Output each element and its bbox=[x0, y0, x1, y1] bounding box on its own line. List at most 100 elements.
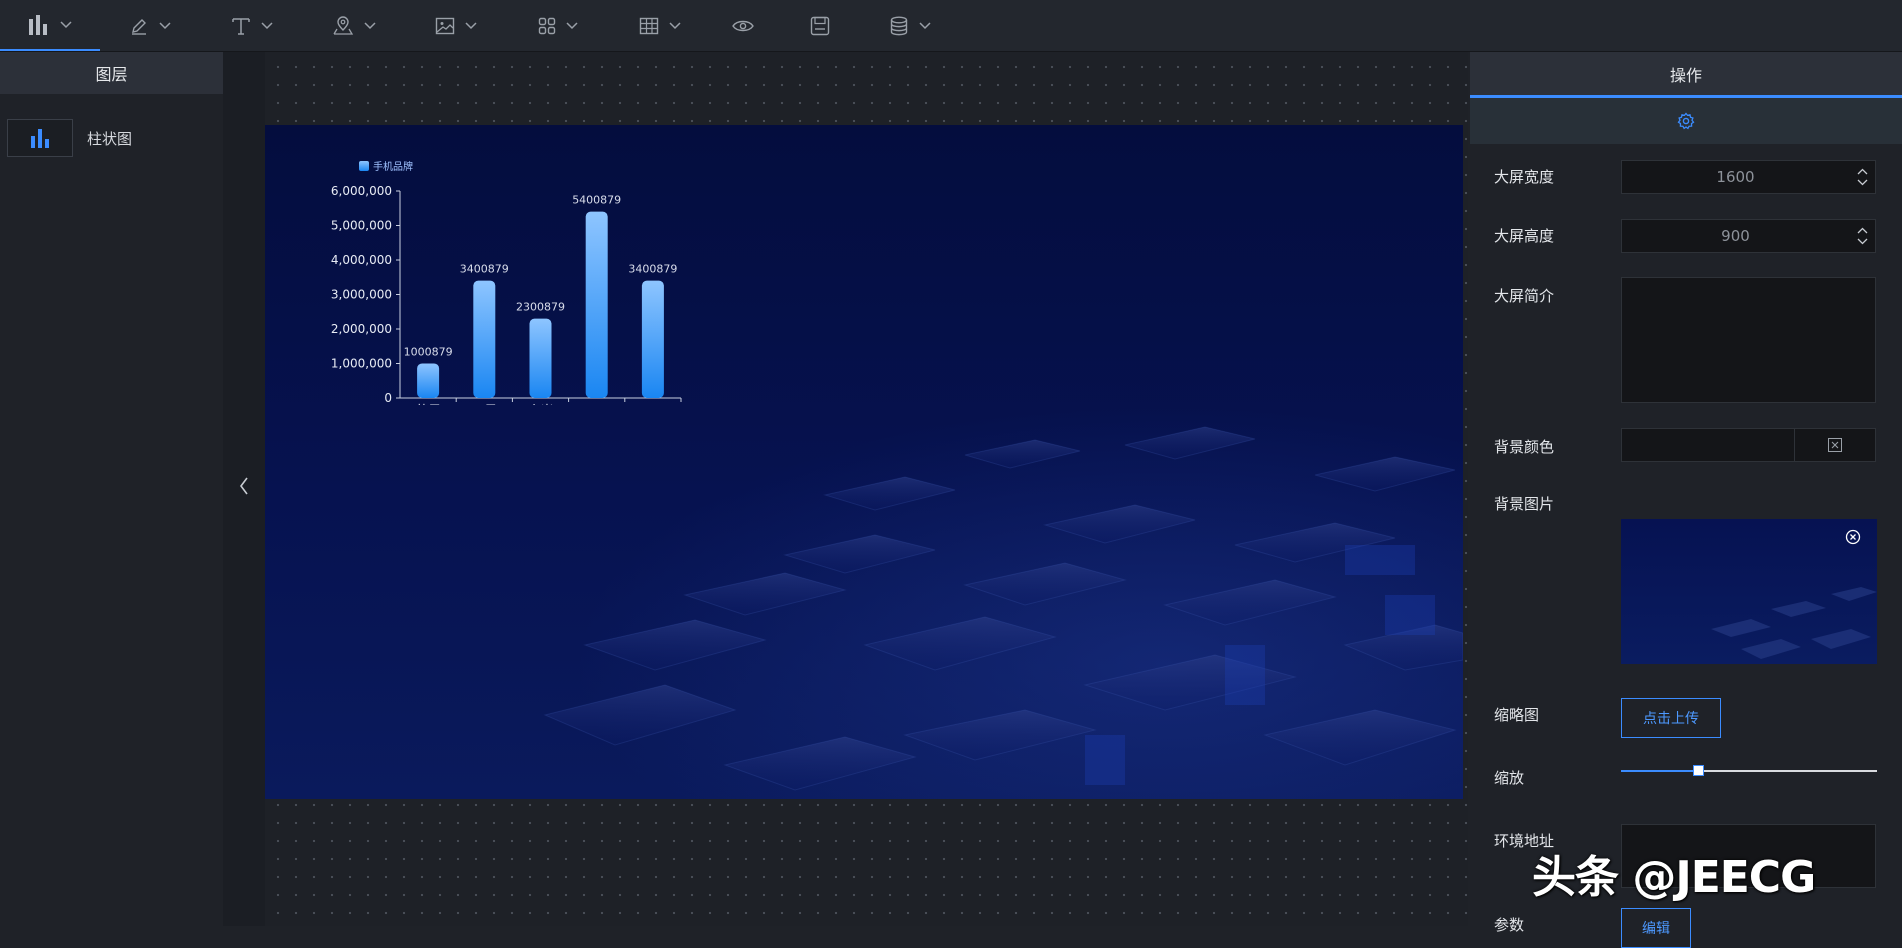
chevron-down-icon bbox=[364, 21, 376, 29]
bar-chart-tool[interactable] bbox=[0, 0, 100, 51]
bar-小米[interactable] bbox=[529, 318, 552, 398]
zoom-slider[interactable] bbox=[1621, 764, 1877, 778]
x-category-label: 三星 bbox=[471, 404, 497, 405]
chevron-down-icon[interactable] bbox=[1857, 238, 1868, 245]
color-swatch[interactable] bbox=[1622, 429, 1794, 461]
layer-thumbnail bbox=[7, 119, 73, 157]
table-tool[interactable] bbox=[630, 0, 690, 51]
chevron-down-icon bbox=[669, 21, 681, 29]
x-category-label: oppo bbox=[580, 404, 612, 405]
chevron-down-icon bbox=[566, 21, 578, 29]
bar-vivo[interactable] bbox=[641, 280, 664, 398]
bar-苹果[interactable] bbox=[417, 363, 440, 398]
edit-params-button[interactable]: 编辑 bbox=[1621, 908, 1691, 948]
table-icon bbox=[639, 17, 659, 34]
chevron-down-icon bbox=[465, 21, 477, 29]
map-pin-icon bbox=[333, 15, 354, 35]
width-label: 大屏宽度 bbox=[1494, 168, 1555, 186]
save-icon bbox=[810, 16, 830, 35]
layer-item-label: 柱状图 bbox=[87, 129, 133, 148]
bg-image-thumbnail bbox=[1711, 587, 1877, 659]
y-tick-label: 4,000,000 bbox=[331, 253, 392, 267]
bar-chart[interactable]: 手机品牌 0 1,000,000 2,000,000 3,000,000 4,000,0… bbox=[265, 125, 825, 405]
bg-color-picker[interactable] bbox=[1621, 428, 1876, 462]
width-stepper[interactable] bbox=[1849, 161, 1875, 193]
height-stepper[interactable] bbox=[1849, 220, 1875, 252]
chevron-down-icon bbox=[159, 21, 171, 29]
layer-panel: 图层 柱状图 bbox=[0, 52, 223, 926]
y-tick-label: 3,000,000 bbox=[331, 288, 392, 302]
zoom-slider-handle[interactable] bbox=[1692, 765, 1704, 776]
y-tick-label: 5,000,000 bbox=[331, 219, 392, 233]
grid-widget-icon bbox=[538, 17, 556, 34]
bar-series[interactable]: 1000879 3400879 2300879 5400879 3400879 bbox=[404, 194, 678, 398]
image-icon bbox=[435, 17, 455, 34]
y-tick-label: 2,000,000 bbox=[331, 322, 392, 336]
bar-三星[interactable] bbox=[473, 280, 496, 398]
y-tick-label: 6,000,000 bbox=[331, 184, 392, 198]
chart-legend[interactable]: 手机品牌 bbox=[359, 160, 413, 173]
thumbnail-label: 缩略图 bbox=[1494, 706, 1540, 724]
close-icon bbox=[1828, 438, 1842, 452]
bar-value-label: 1000879 bbox=[404, 345, 453, 358]
chevron-down-icon[interactable] bbox=[1857, 179, 1868, 186]
remove-bg-image-button[interactable] bbox=[1845, 529, 1861, 549]
preview-tool[interactable] bbox=[726, 0, 760, 51]
y-axis: 0 1,000,000 2,000,000 3,000,000 4,000,000 5,0… bbox=[331, 184, 401, 405]
chevron-up-icon[interactable] bbox=[1857, 227, 1868, 234]
width-input-wrapper bbox=[1621, 160, 1876, 194]
save-tool[interactable] bbox=[805, 0, 835, 51]
gear-icon bbox=[1677, 112, 1695, 130]
image-tool[interactable] bbox=[426, 0, 486, 51]
pen-tool[interactable] bbox=[120, 0, 180, 51]
bar-chart-icon bbox=[31, 129, 49, 148]
top-toolbar bbox=[0, 0, 1902, 52]
bar-value-label: 3400879 bbox=[628, 263, 677, 276]
collapse-panel-button[interactable] bbox=[235, 472, 253, 500]
screen-description-textarea[interactable] bbox=[1621, 277, 1876, 403]
text-icon bbox=[232, 17, 250, 35]
close-circle-icon bbox=[1845, 529, 1861, 545]
clear-color-button[interactable] bbox=[1794, 429, 1875, 461]
x-axis: 苹果 三星 小米 oppo vivo bbox=[400, 397, 682, 405]
operations-panel-title: 操作 bbox=[1470, 52, 1902, 98]
height-label: 大屏高度 bbox=[1494, 227, 1555, 245]
design-canvas[interactable]: 手机品牌 0 1,000,000 2,000,000 3,000,000 4,000,0… bbox=[265, 52, 1468, 926]
dashboard-screen[interactable]: 手机品牌 0 1,000,000 2,000,000 3,000,000 4,000,0… bbox=[265, 125, 1463, 799]
screen-height-input[interactable] bbox=[1622, 219, 1849, 253]
watermark-text: 头条 @JEECG bbox=[1532, 852, 1816, 903]
x-category-label: vivo bbox=[639, 404, 666, 405]
settings-tab[interactable] bbox=[1470, 98, 1902, 144]
zoom-label: 缩放 bbox=[1494, 769, 1525, 787]
y-tick-label: 1,000,000 bbox=[331, 357, 392, 371]
chevron-left-icon bbox=[240, 477, 248, 495]
x-category-label: 苹果 bbox=[415, 404, 441, 405]
bar-value-label: 5400879 bbox=[572, 194, 621, 207]
legend-label: 手机品牌 bbox=[373, 160, 413, 173]
y-tick-label: 0 bbox=[384, 391, 392, 405]
bar-value-label: 3400879 bbox=[460, 263, 509, 276]
chevron-down-icon bbox=[919, 21, 931, 29]
x-category-label: 小米 bbox=[527, 404, 553, 405]
map-tool[interactable] bbox=[324, 0, 384, 51]
chevron-up-icon[interactable] bbox=[1857, 168, 1868, 175]
layer-item-bar-chart[interactable]: 柱状图 bbox=[7, 118, 217, 158]
chevron-down-icon bbox=[60, 20, 72, 28]
zoom-slider-fill bbox=[1621, 770, 1698, 772]
text-tool[interactable] bbox=[222, 0, 282, 51]
bar-chart-icon bbox=[29, 14, 47, 35]
bg-image-label: 背景图片 bbox=[1494, 495, 1555, 513]
layer-panel-title: 图层 bbox=[0, 52, 223, 94]
upload-thumbnail-button[interactable]: 点击上传 bbox=[1621, 698, 1721, 738]
datasource-tool[interactable] bbox=[880, 0, 940, 51]
bg-image-preview[interactable] bbox=[1621, 519, 1877, 664]
bar-oppo[interactable] bbox=[585, 211, 608, 398]
bar-value-label: 2300879 bbox=[516, 301, 565, 314]
height-input-wrapper bbox=[1621, 219, 1876, 253]
pen-icon bbox=[132, 18, 146, 35]
operations-panel: 操作 大屏宽度 大屏高度 大屏简介 背景颜色 背景图片 bbox=[1468, 52, 1902, 948]
bg-color-label: 背景颜色 bbox=[1494, 438, 1555, 456]
widget-tool[interactable] bbox=[528, 0, 588, 51]
legend-swatch bbox=[359, 161, 369, 171]
screen-width-input[interactable] bbox=[1622, 160, 1849, 194]
